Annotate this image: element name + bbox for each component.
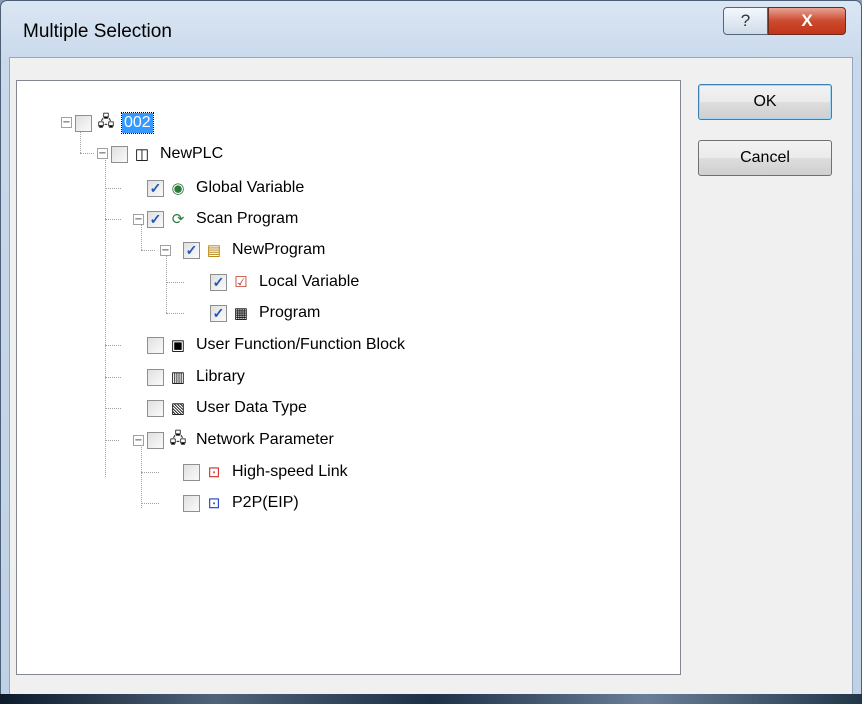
dialog-client-area: − − − − − 🖧 002 ◫ NewPLC ✓ ◉ Global Vari… bbox=[9, 57, 853, 695]
checkbox-network-parameter[interactable] bbox=[147, 431, 164, 449]
help-icon: ? bbox=[740, 11, 751, 30]
library-icon: ▥ bbox=[170, 369, 186, 386]
checkbox-root[interactable] bbox=[75, 114, 92, 132]
tree-item-newplc[interactable]: ◫ NewPLC bbox=[111, 142, 225, 166]
high-speed-link-icon: ⊡ bbox=[207, 464, 221, 481]
tree-item-network-parameter[interactable]: 🖧 Network Parameter bbox=[147, 428, 336, 452]
tree-item-label: User Data Type bbox=[196, 399, 307, 416]
collapse-toggle-scan-program[interactable]: − bbox=[133, 214, 144, 225]
tree-item-label: NewPLC bbox=[160, 145, 224, 162]
checkbox-newplc[interactable] bbox=[111, 145, 128, 163]
cancel-button[interactable]: Cancel bbox=[698, 140, 832, 176]
tree-item-label: High-speed Link bbox=[232, 463, 348, 480]
checkbox-user-data-type[interactable] bbox=[147, 399, 164, 417]
tree-item-label: Local Variable bbox=[259, 273, 360, 290]
global-variable-icon: ◉ bbox=[171, 180, 185, 197]
tree-item-library[interactable]: ▥ Library bbox=[147, 365, 247, 389]
taskbar-strip bbox=[0, 694, 862, 704]
program-block-icon: ▤ bbox=[206, 242, 222, 259]
network-parameter-icon: 🖧 bbox=[169, 429, 187, 447]
tree-item-scan-program[interactable]: ✓ ⟳ Scan Program bbox=[147, 207, 300, 231]
p2p-icon: ⊡ bbox=[207, 495, 221, 512]
tree-item-program[interactable]: ✓ ▦ Program bbox=[210, 301, 322, 325]
tree-item-newprogram[interactable]: ✓ ▤ NewProgram bbox=[183, 238, 327, 262]
checkbox-high-speed-link[interactable] bbox=[183, 463, 200, 481]
tree-item-high-speed-link[interactable]: ⊡ High-speed Link bbox=[183, 460, 350, 484]
tree-item-label: Scan Program bbox=[196, 210, 299, 227]
multiple-selection-dialog: Multiple Selection ? X − − − − − 🖧 002 ◫… bbox=[0, 0, 862, 704]
close-icon: X bbox=[801, 11, 813, 30]
tree-item-label: Library bbox=[196, 368, 245, 385]
checkbox-user-function[interactable] bbox=[147, 336, 164, 354]
collapse-toggle-newprogram[interactable]: − bbox=[160, 245, 171, 256]
help-button[interactable]: ? bbox=[723, 7, 768, 35]
tree-item-user-function[interactable]: ▣ User Function/Function Block bbox=[147, 333, 407, 357]
scan-program-icon: ⟳ bbox=[171, 211, 185, 228]
collapse-toggle-network-parameter[interactable]: − bbox=[133, 435, 144, 446]
collapse-toggle-newplc[interactable]: − bbox=[97, 148, 108, 159]
tree-item-user-data-type[interactable]: ▧ User Data Type bbox=[147, 396, 309, 420]
tree-item-label: Network Parameter bbox=[196, 431, 334, 448]
checkbox-program[interactable]: ✓ bbox=[210, 304, 227, 322]
tree-item-p2p[interactable]: ⊡ P2P(EIP) bbox=[183, 491, 301, 515]
user-data-type-icon: ▧ bbox=[170, 400, 186, 417]
selection-tree[interactable]: − − − − − 🖧 002 ◫ NewPLC ✓ ◉ Global Vari… bbox=[16, 80, 681, 675]
checkbox-scan-program[interactable]: ✓ bbox=[147, 210, 164, 228]
local-variable-icon: ☑ bbox=[234, 274, 248, 291]
tree-item-local-variable[interactable]: ✓ ☑ Local Variable bbox=[210, 270, 361, 294]
checkbox-newprogram[interactable]: ✓ bbox=[183, 241, 200, 259]
checkbox-global-variable[interactable]: ✓ bbox=[147, 179, 164, 197]
ok-button[interactable]: OK bbox=[698, 84, 832, 120]
collapse-toggle-root[interactable]: − bbox=[61, 117, 72, 128]
tree-item-label: 002 bbox=[121, 112, 154, 134]
tree-item-label: User Function/Function Block bbox=[196, 336, 405, 353]
user-function-icon: ▣ bbox=[170, 337, 186, 354]
tree-item-root[interactable]: 🖧 002 bbox=[75, 111, 154, 135]
program-icon: ▦ bbox=[233, 305, 249, 322]
dialog-title: Multiple Selection bbox=[23, 21, 172, 42]
title-bar[interactable]: Multiple Selection ? X bbox=[1, 1, 861, 59]
tree-item-label: P2P(EIP) bbox=[232, 494, 299, 511]
tree-item-label: Program bbox=[259, 304, 321, 321]
close-button[interactable]: X bbox=[768, 7, 846, 35]
tree-item-global-variable[interactable]: ✓ ◉ Global Variable bbox=[147, 176, 306, 200]
tree-item-label: NewProgram bbox=[232, 241, 326, 258]
tree-item-label: Global Variable bbox=[196, 179, 305, 196]
network-station-icon: 🖧 bbox=[97, 112, 115, 130]
checkbox-library[interactable] bbox=[147, 368, 164, 386]
plc-cube-icon: ◫ bbox=[134, 146, 150, 163]
checkbox-local-variable[interactable]: ✓ bbox=[210, 273, 227, 291]
checkbox-p2p[interactable] bbox=[183, 494, 200, 512]
